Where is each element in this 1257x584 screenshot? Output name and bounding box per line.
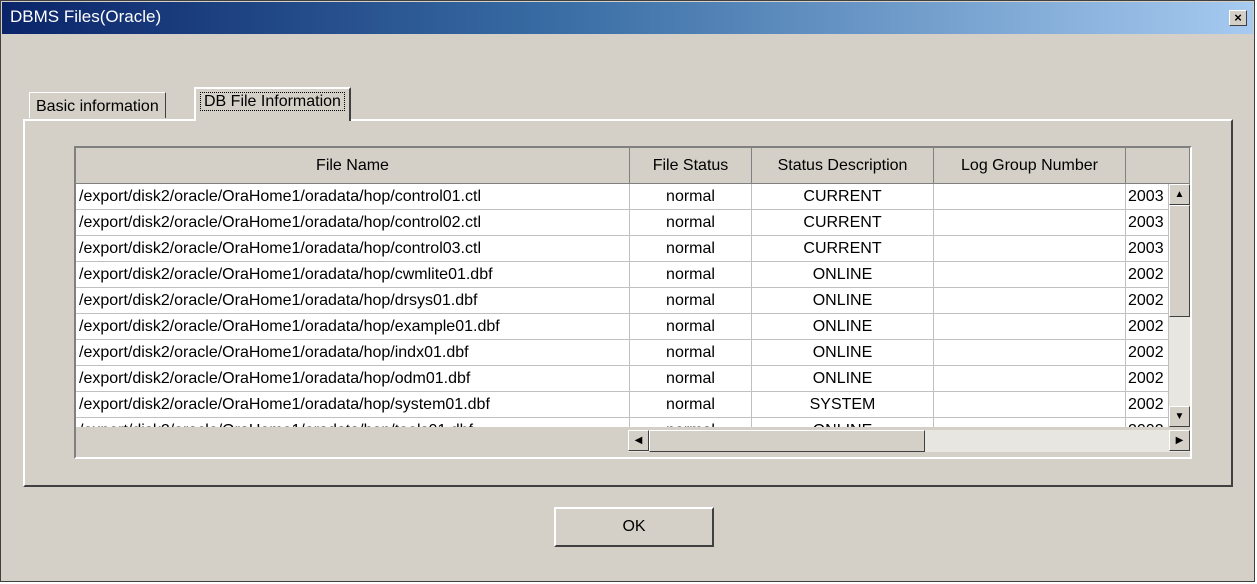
- cell-file-status: normal: [630, 236, 752, 262]
- cell-status-description: CURRENT: [752, 210, 934, 236]
- cell-date-truncated: 2002: [1126, 262, 1169, 288]
- table-row[interactable]: /export/disk2/oracle/OraHome1/oradata/ho…: [76, 210, 1169, 236]
- close-button[interactable]: ×: [1229, 10, 1247, 26]
- table-body: /export/disk2/oracle/OraHome1/oradata/ho…: [76, 184, 1169, 427]
- scroll-down-button[interactable]: ▼: [1169, 406, 1190, 427]
- table-row[interactable]: /export/disk2/oracle/OraHome1/oradata/ho…: [76, 366, 1169, 392]
- cell-status-description: SYSTEM: [752, 392, 934, 418]
- horizontal-scroll-thumb[interactable]: [649, 430, 925, 452]
- cell-file-name: /export/disk2/oracle/OraHome1/oradata/ho…: [76, 366, 630, 392]
- horizontal-scrollbar[interactable]: ◀ ▶: [628, 430, 1190, 452]
- dbms-files-dialog: DBMS Files(Oracle) × Basic information D…: [0, 0, 1255, 582]
- table-row[interactable]: /export/disk2/oracle/OraHome1/oradata/ho…: [76, 288, 1169, 314]
- cell-date-truncated: 2002: [1126, 314, 1169, 340]
- tab-db-file-information-label: DB File Information: [200, 92, 345, 111]
- table-row[interactable]: /export/disk2/oracle/OraHome1/oradata/ho…: [76, 262, 1169, 288]
- table-row[interactable]: /export/disk2/oracle/OraHome1/oradata/ho…: [76, 392, 1169, 418]
- cell-status-description: CURRENT: [752, 184, 934, 210]
- column-header-truncated[interactable]: [1126, 148, 1190, 184]
- cell-file-status: normal: [630, 262, 752, 288]
- cell-log-group-number: [934, 366, 1126, 392]
- cell-file-status: normal: [630, 314, 752, 340]
- cell-date-truncated: 2003: [1126, 210, 1169, 236]
- cell-log-group-number: [934, 418, 1126, 427]
- cell-date-truncated: 2003: [1126, 236, 1169, 262]
- column-header-file-status[interactable]: File Status: [630, 148, 752, 184]
- cell-log-group-number: [934, 210, 1126, 236]
- column-header-status-description[interactable]: Status Description: [752, 148, 934, 184]
- cell-file-name: /export/disk2/oracle/OraHome1/oradata/ho…: [76, 392, 630, 418]
- cell-file-name: /export/disk2/oracle/OraHome1/oradata/ho…: [76, 288, 630, 314]
- cell-date-truncated: 2002: [1126, 418, 1169, 427]
- cell-log-group-number: [934, 184, 1126, 210]
- cell-file-name: /export/disk2/oracle/OraHome1/oradata/ho…: [76, 314, 630, 340]
- cell-date-truncated: 2003: [1126, 184, 1169, 210]
- cell-log-group-number: [934, 288, 1126, 314]
- cell-file-status: normal: [630, 418, 752, 427]
- cell-status-description: ONLINE: [752, 340, 934, 366]
- cell-log-group-number: [934, 340, 1126, 366]
- cell-status-description: ONLINE: [752, 418, 934, 427]
- vertical-scrollbar[interactable]: ▲ ▼: [1169, 184, 1190, 427]
- window-title: DBMS Files(Oracle): [10, 7, 162, 26]
- cell-file-status: normal: [630, 366, 752, 392]
- cell-log-group-number: [934, 236, 1126, 262]
- cell-status-description: ONLINE: [752, 288, 934, 314]
- cell-file-name: /export/disk2/oracle/OraHome1/oradata/ho…: [76, 418, 630, 427]
- cell-status-description: ONLINE: [752, 314, 934, 340]
- tab-basic-information[interactable]: Basic information: [29, 92, 166, 118]
- tab-db-file-information[interactable]: DB File Information: [194, 87, 351, 121]
- title-bar[interactable]: DBMS Files(Oracle) ×: [2, 2, 1253, 34]
- ok-button[interactable]: OK: [554, 507, 714, 547]
- db-file-table: File Name File Status Status Description…: [74, 146, 1192, 459]
- table-row[interactable]: /export/disk2/oracle/OraHome1/oradata/ho…: [76, 340, 1169, 366]
- cell-file-status: normal: [630, 288, 752, 314]
- column-header-file-name[interactable]: File Name: [76, 148, 630, 184]
- cell-log-group-number: [934, 314, 1126, 340]
- cell-date-truncated: 2002: [1126, 288, 1169, 314]
- table-row[interactable]: /export/disk2/oracle/OraHome1/oradata/ho…: [76, 184, 1169, 210]
- cell-log-group-number: [934, 392, 1126, 418]
- table-row[interactable]: /export/disk2/oracle/OraHome1/oradata/ho…: [76, 236, 1169, 262]
- cell-status-description: CURRENT: [752, 236, 934, 262]
- table-row[interactable]: /export/disk2/oracle/OraHome1/oradata/ho…: [76, 418, 1169, 427]
- cell-file-status: normal: [630, 340, 752, 366]
- cell-file-name: /export/disk2/oracle/OraHome1/oradata/ho…: [76, 340, 630, 366]
- vertical-scroll-thumb[interactable]: [1169, 205, 1190, 317]
- cell-log-group-number: [934, 262, 1126, 288]
- cell-date-truncated: 2002: [1126, 392, 1169, 418]
- cell-file-name: /export/disk2/oracle/OraHome1/oradata/ho…: [76, 184, 630, 210]
- cell-file-status: normal: [630, 392, 752, 418]
- cell-file-status: normal: [630, 184, 752, 210]
- table-row[interactable]: /export/disk2/oracle/OraHome1/oradata/ho…: [76, 314, 1169, 340]
- cell-status-description: ONLINE: [752, 366, 934, 392]
- scroll-up-button[interactable]: ▲: [1169, 184, 1190, 205]
- column-header-log-group-number[interactable]: Log Group Number: [934, 148, 1126, 184]
- cell-file-name: /export/disk2/oracle/OraHome1/oradata/ho…: [76, 262, 630, 288]
- cell-file-name: /export/disk2/oracle/OraHome1/oradata/ho…: [76, 236, 630, 262]
- cell-file-status: normal: [630, 210, 752, 236]
- scroll-left-button[interactable]: ◀: [628, 430, 649, 451]
- scroll-right-button[interactable]: ▶: [1169, 430, 1190, 451]
- cell-file-name: /export/disk2/oracle/OraHome1/oradata/ho…: [76, 210, 630, 236]
- cell-date-truncated: 2002: [1126, 340, 1169, 366]
- cell-date-truncated: 2002: [1126, 366, 1169, 392]
- cell-status-description: ONLINE: [752, 262, 934, 288]
